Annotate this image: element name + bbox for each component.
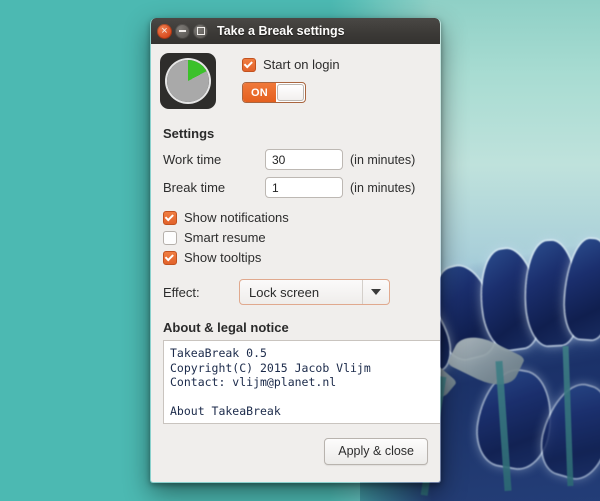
about-heading: About & legal notice — [163, 320, 289, 335]
show-tooltips-checkbox[interactable] — [163, 250, 177, 265]
window-footer: Apply & close — [151, 428, 440, 482]
window-body: Start on login ON Settings Work time 30 … — [151, 44, 440, 482]
maximize-icon[interactable] — [193, 23, 208, 39]
options-checkbox-group: Show notifications Smart resume Show too… — [163, 210, 440, 265]
start-on-login-checkbox[interactable] — [242, 57, 256, 72]
settings-heading: Settings — [163, 126, 215, 141]
break-time-label: Break time — [163, 180, 226, 195]
toggle-on-label: ON — [243, 83, 276, 102]
show-notifications-checkbox[interactable] — [163, 210, 177, 225]
start-on-login-label: Start on login — [263, 57, 340, 72]
effect-label: Effect: — [163, 284, 200, 300]
apply-and-close-button[interactable]: Apply & close — [324, 438, 428, 465]
effect-row: Effect: Lock screen — [163, 279, 440, 305]
window-title: Take a Break settings — [217, 24, 345, 38]
effect-selected-value: Lock screen — [249, 284, 320, 300]
work-time-row: Work time 30 (in minutes) — [163, 149, 440, 170]
enable-toggle[interactable]: ON — [242, 82, 306, 103]
work-time-label: Work time — [163, 152, 222, 167]
show-tooltips-row[interactable]: Show tooltips — [163, 250, 440, 265]
minimize-icon[interactable] — [175, 23, 190, 39]
app-icon — [160, 53, 216, 109]
show-notifications-row[interactable]: Show notifications — [163, 210, 440, 225]
top-section: Start on login ON — [151, 44, 440, 109]
close-icon[interactable] — [157, 23, 172, 39]
window-controls — [157, 23, 208, 39]
work-time-units: (in minutes) — [350, 152, 416, 167]
window-titlebar[interactable]: Take a Break settings — [151, 18, 440, 44]
smart-resume-row[interactable]: Smart resume — [163, 230, 440, 245]
effect-dropdown[interactable]: Lock screen — [239, 279, 390, 305]
chevron-down-icon[interactable] — [363, 289, 389, 295]
settings-window: Take a Break settings Start on login ON … — [150, 18, 441, 483]
break-time-units: (in minutes) — [350, 180, 416, 195]
show-tooltips-label: Show tooltips — [184, 250, 262, 265]
about-text: TakeaBreak 0.5 Copyright(C) 2015 Jacob V… — [170, 346, 371, 423]
start-on-login-row[interactable]: Start on login — [242, 57, 340, 72]
work-time-input[interactable]: 30 — [265, 149, 343, 170]
startup-controls: Start on login ON — [242, 53, 340, 109]
show-notifications-label: Show notifications — [184, 210, 289, 225]
pie-chart-icon — [167, 60, 209, 102]
toggle-knob[interactable] — [277, 84, 304, 101]
about-textarea[interactable]: TakeaBreak 0.5 Copyright(C) 2015 Jacob V… — [163, 340, 440, 424]
smart-resume-label: Smart resume — [184, 230, 266, 245]
break-time-row: Break time 1 (in minutes) — [163, 177, 440, 198]
break-time-input[interactable]: 1 — [265, 177, 343, 198]
smart-resume-checkbox[interactable] — [163, 230, 177, 245]
